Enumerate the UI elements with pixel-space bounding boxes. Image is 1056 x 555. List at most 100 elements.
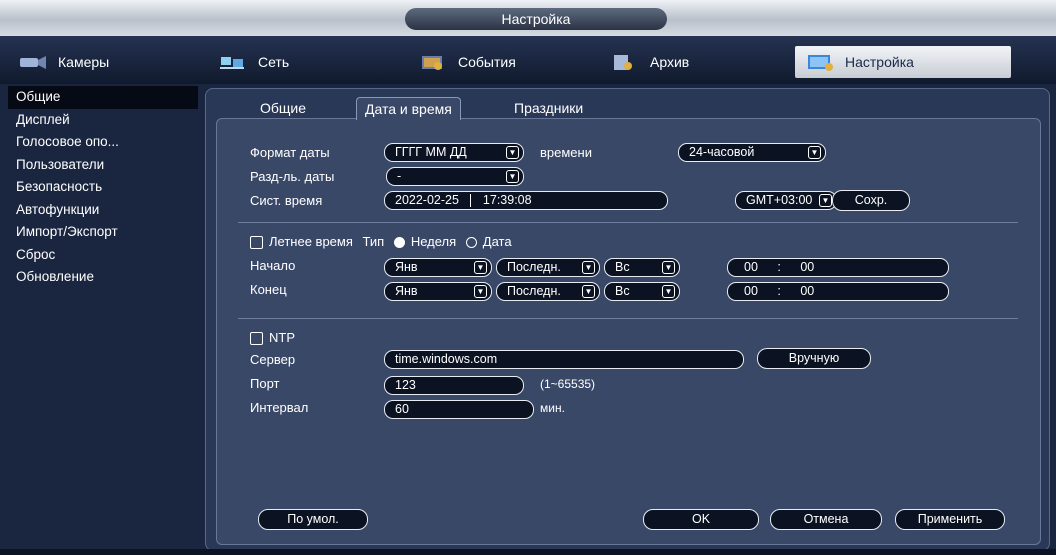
manual-update-button[interactable]: Вручную: [757, 348, 871, 369]
ntp-port-value: 123: [395, 378, 416, 392]
date-format-select[interactable]: ГГГГ ММ ДД ▼: [384, 143, 524, 162]
dst-type-label: Тип: [362, 234, 385, 249]
end-week-value: Последн.: [507, 284, 561, 298]
timezone-select[interactable]: GMT+03:00 ▼: [735, 191, 837, 210]
end-hh: 00: [744, 284, 758, 298]
camera-icon: [18, 53, 48, 71]
tab-label: Архив: [650, 54, 690, 70]
sidebar-item-import-export[interactable]: Импорт/Экспорт: [8, 221, 198, 244]
end-day-value: Вс: [615, 284, 630, 298]
sidebar-item-users[interactable]: Пользователи: [8, 154, 198, 177]
start-month-select[interactable]: Янв ▼: [384, 258, 492, 277]
chevron-down-icon: ▼: [819, 194, 832, 207]
dst-row: Летнее время Тип Неделя Дата: [250, 234, 512, 250]
chevron-down-icon: ▼: [474, 285, 487, 298]
ntp-server-label: Сервер: [250, 352, 296, 367]
tab-archive[interactable]: Архив: [610, 46, 689, 78]
sidebar-item-general[interactable]: Общие: [8, 86, 198, 109]
tab-label: Настройка: [845, 54, 914, 70]
end-month-value: Янв: [395, 284, 418, 298]
dst-label: Летнее время: [269, 234, 353, 249]
separator-label: Разд-ль. даты: [250, 169, 335, 184]
network-icon: [218, 53, 248, 71]
subtab-holidays[interactable]: Праздники: [506, 97, 591, 119]
tab-label: События: [458, 54, 516, 70]
start-day-value: Вс: [615, 260, 630, 274]
systime-label: Сист. время: [250, 193, 323, 208]
ntp-port-input[interactable]: 123: [384, 376, 524, 395]
sidebar-item-reset[interactable]: Сброс: [8, 244, 198, 267]
end-time-field[interactable]: 00 : 00: [727, 282, 949, 301]
start-sep: :: [777, 260, 781, 274]
dst-week-radio[interactable]: [393, 237, 405, 249]
sidebar: Общие Дисплей Голосовое опо... Пользоват…: [8, 86, 198, 546]
sidebar-item-update[interactable]: Обновление: [8, 266, 198, 289]
start-day-select[interactable]: Вс ▼: [604, 258, 680, 277]
subtab-datetime[interactable]: Дата и время: [356, 97, 461, 120]
chevron-down-icon: ▼: [582, 261, 595, 274]
tab-label: Сеть: [258, 54, 290, 70]
end-week-select[interactable]: Последн. ▼: [496, 282, 600, 301]
ntp-checkbox[interactable]: [250, 332, 263, 346]
ntp-interval-input[interactable]: 60: [384, 400, 534, 419]
end-sep: :: [777, 284, 781, 298]
end-month-select[interactable]: Янв ▼: [384, 282, 492, 301]
ntp-server-value: time.windows.com: [395, 352, 498, 366]
chevron-down-icon: ▼: [662, 261, 675, 274]
datetime-panel: [216, 118, 1041, 545]
sidebar-item-voice[interactable]: Голосовое опо...: [8, 131, 198, 154]
ntp-interval-label: Интервал: [250, 400, 309, 415]
tab-events[interactable]: События: [418, 46, 516, 78]
time-format-label: времени: [540, 145, 592, 160]
divider: [238, 222, 1018, 223]
sidebar-item-display[interactable]: Дисплей: [8, 109, 198, 132]
chevron-down-icon: ▼: [474, 261, 487, 274]
time-format-select[interactable]: 24-часовой ▼: [678, 143, 826, 162]
ntp-label: NTP: [269, 330, 295, 345]
dst-end-label: Конец: [250, 282, 287, 297]
start-week-value: Последн.: [507, 260, 561, 274]
timezone-value: GMT+03:00: [746, 193, 813, 207]
archive-icon: [610, 53, 640, 71]
start-mm: 00: [800, 260, 815, 274]
dst-date-label: Дата: [482, 234, 512, 249]
dst-checkbox[interactable]: [250, 236, 263, 250]
apply-button[interactable]: Применить: [895, 509, 1005, 530]
systime-field[interactable]: 2022-02-25 17:39:08: [384, 191, 668, 210]
divider: [238, 318, 1018, 319]
tab-network[interactable]: Сеть: [218, 46, 289, 78]
cancel-button[interactable]: Отмена: [770, 509, 882, 530]
start-time-field[interactable]: 00 : 00: [727, 258, 949, 277]
chevron-down-icon: ▼: [662, 285, 675, 298]
tab-settings[interactable]: Настройка: [795, 46, 1011, 78]
sidebar-item-autofunctions[interactable]: Автофункции: [8, 199, 198, 222]
dst-week-label: Неделя: [410, 234, 457, 249]
end-day-select[interactable]: Вс ▼: [604, 282, 680, 301]
start-hh: 00: [744, 260, 758, 274]
end-mm: 00: [800, 284, 815, 298]
tab-label: Камеры: [58, 54, 110, 70]
systime-divider: [470, 194, 472, 208]
sidebar-item-security[interactable]: Безопасность: [8, 176, 198, 199]
ok-button[interactable]: OK: [643, 509, 759, 530]
save-button[interactable]: Сохр.: [832, 190, 910, 211]
systime-date: 2022-02-25: [395, 193, 459, 207]
ntp-port-hint: (1~65535): [540, 377, 596, 391]
ntp-interval-unit: мин.: [540, 401, 565, 415]
time-format-value: 24-часовой: [689, 145, 755, 159]
separator-value: -: [397, 169, 402, 183]
title-bar: Настройка: [0, 0, 1056, 36]
separator-select[interactable]: - ▼: [386, 167, 524, 186]
subtab-general[interactable]: Общие: [252, 97, 314, 119]
date-format-value: ГГГГ ММ ДД: [395, 145, 467, 159]
ntp-port-label: Порт: [250, 376, 280, 391]
default-button[interactable]: По умол.: [258, 509, 368, 530]
tab-cameras[interactable]: Камеры: [18, 46, 109, 78]
ntp-interval-value: 60: [395, 402, 409, 416]
dst-date-radio[interactable]: [465, 237, 477, 249]
events-icon: [418, 53, 448, 71]
window-title: Настройка: [405, 8, 667, 30]
ntp-server-input[interactable]: time.windows.com: [384, 350, 744, 369]
systime-time: 17:39:08: [482, 193, 532, 207]
start-week-select[interactable]: Последн. ▼: [496, 258, 600, 277]
